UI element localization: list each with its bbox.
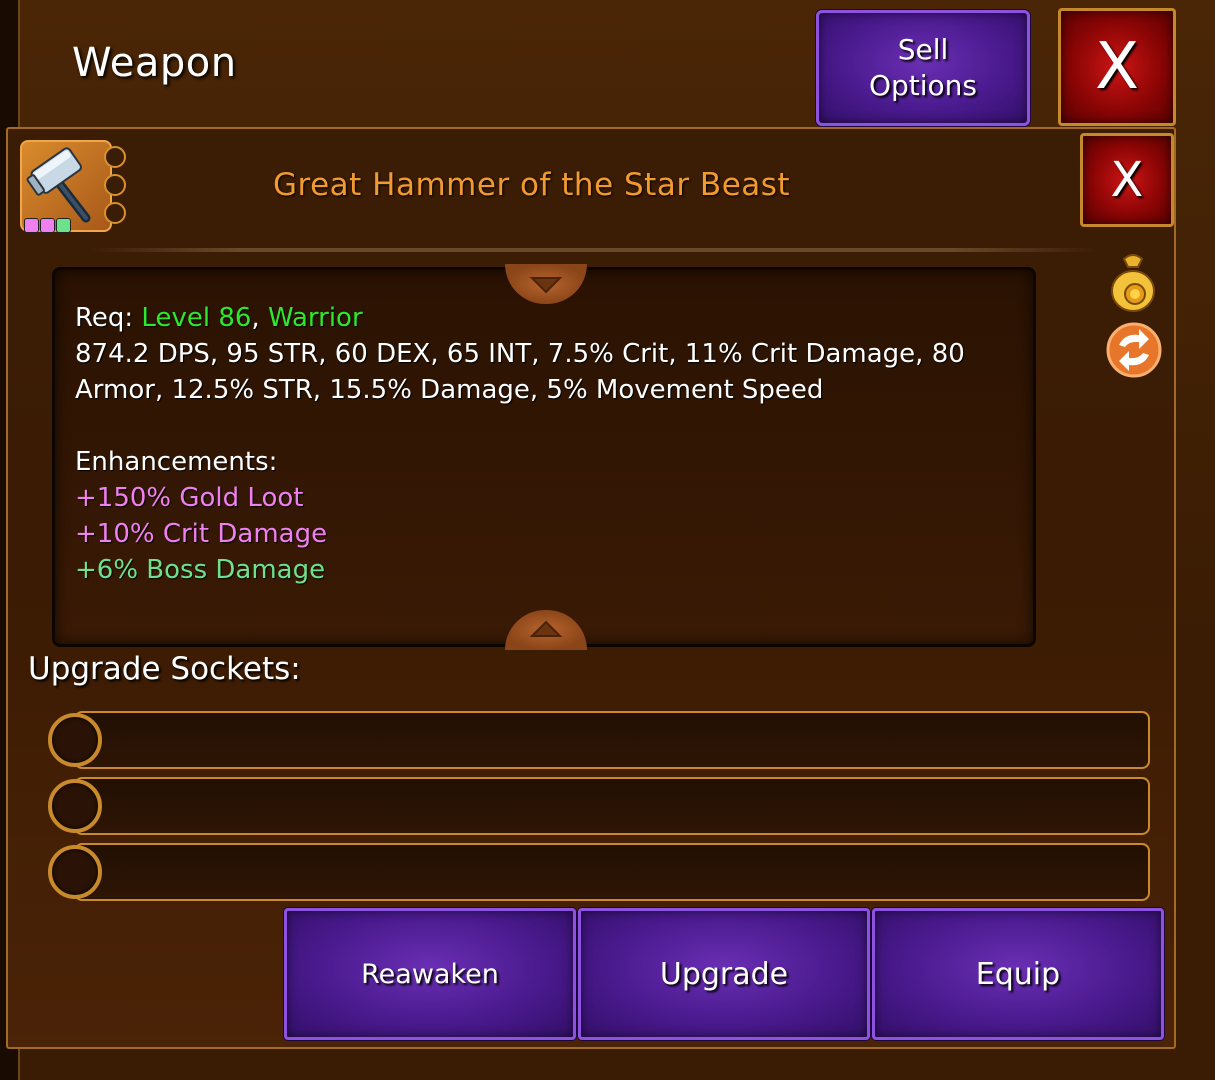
socket-circle-icon [48, 779, 102, 833]
enhancement-crit-damage: +10% Crit Damage [75, 519, 328, 549]
item-stats-box[interactable]: Req: Level 86, Warrior 874.2 DPS, 95 STR… [52, 264, 1036, 650]
socket-bar [74, 711, 1150, 769]
enhancement-gold-loot: +150% Gold Loot [75, 483, 304, 513]
icon-socket-1 [104, 146, 126, 168]
close-window-button[interactable]: X [1058, 8, 1176, 126]
upgrade-socket-slot[interactable] [48, 711, 1152, 777]
swap-arrows-icon[interactable] [1105, 321, 1163, 383]
equip-button[interactable]: Equip [872, 908, 1164, 1040]
upgrade-socket-slot[interactable] [48, 777, 1152, 843]
upgrade-socket-slot[interactable] [48, 843, 1152, 909]
sell-options-label-line1: Sell [897, 33, 949, 66]
stats-line-2: Armor, 12.5% STR, 15.5% Damage, 5% Movem… [75, 375, 824, 405]
gem-pink-2 [40, 218, 55, 233]
gem-green [56, 218, 71, 233]
stats-text: Req: Level 86, Warrior 874.2 DPS, 95 STR… [75, 300, 1025, 588]
hammer-graphic [26, 147, 91, 223]
hammer-icon[interactable] [20, 140, 126, 233]
icon-socket-2 [104, 174, 126, 196]
gold-bag-icon[interactable] [1108, 251, 1158, 317]
item-name: Great Hammer of the Star Beast [273, 167, 791, 203]
scroll-up-arrow-icon[interactable] [505, 610, 587, 650]
sell-options-button[interactable]: Sell Options [816, 10, 1030, 126]
socket-bar [74, 777, 1150, 835]
upgrade-button[interactable]: Upgrade [578, 908, 870, 1040]
stats-line-1: 874.2 DPS, 95 STR, 60 DEX, 65 INT, 7.5% … [75, 339, 965, 369]
scroll-down-arrow-icon[interactable] [505, 264, 587, 304]
upgrade-sockets-label: Upgrade Sockets: [28, 651, 301, 687]
item-detail-panel: Great Hammer of the Star Beast X Req: Le… [6, 127, 1176, 1049]
req-label: Req: [75, 303, 142, 333]
reawaken-button[interactable]: Reawaken [284, 908, 576, 1040]
close-item-button[interactable]: X [1080, 133, 1174, 227]
req-class: Warrior [267, 303, 363, 333]
socket-circle-icon [48, 845, 102, 899]
req-separator: , [251, 303, 268, 333]
enhancements-title: Enhancements: [75, 447, 278, 477]
req-level: Level 86 [141, 303, 252, 333]
icon-socket-3 [104, 202, 126, 224]
socket-circle-icon [48, 713, 102, 767]
socket-bar [74, 843, 1150, 901]
window-title: Weapon [72, 40, 237, 86]
sell-options-label-line2: Options [868, 69, 978, 102]
gem-pink-1 [24, 218, 39, 233]
requirement-line: Req: Level 86, Warrior [75, 300, 1025, 336]
title-divider [88, 248, 1100, 252]
enhancement-boss-damage: +6% Boss Damage [75, 555, 326, 585]
